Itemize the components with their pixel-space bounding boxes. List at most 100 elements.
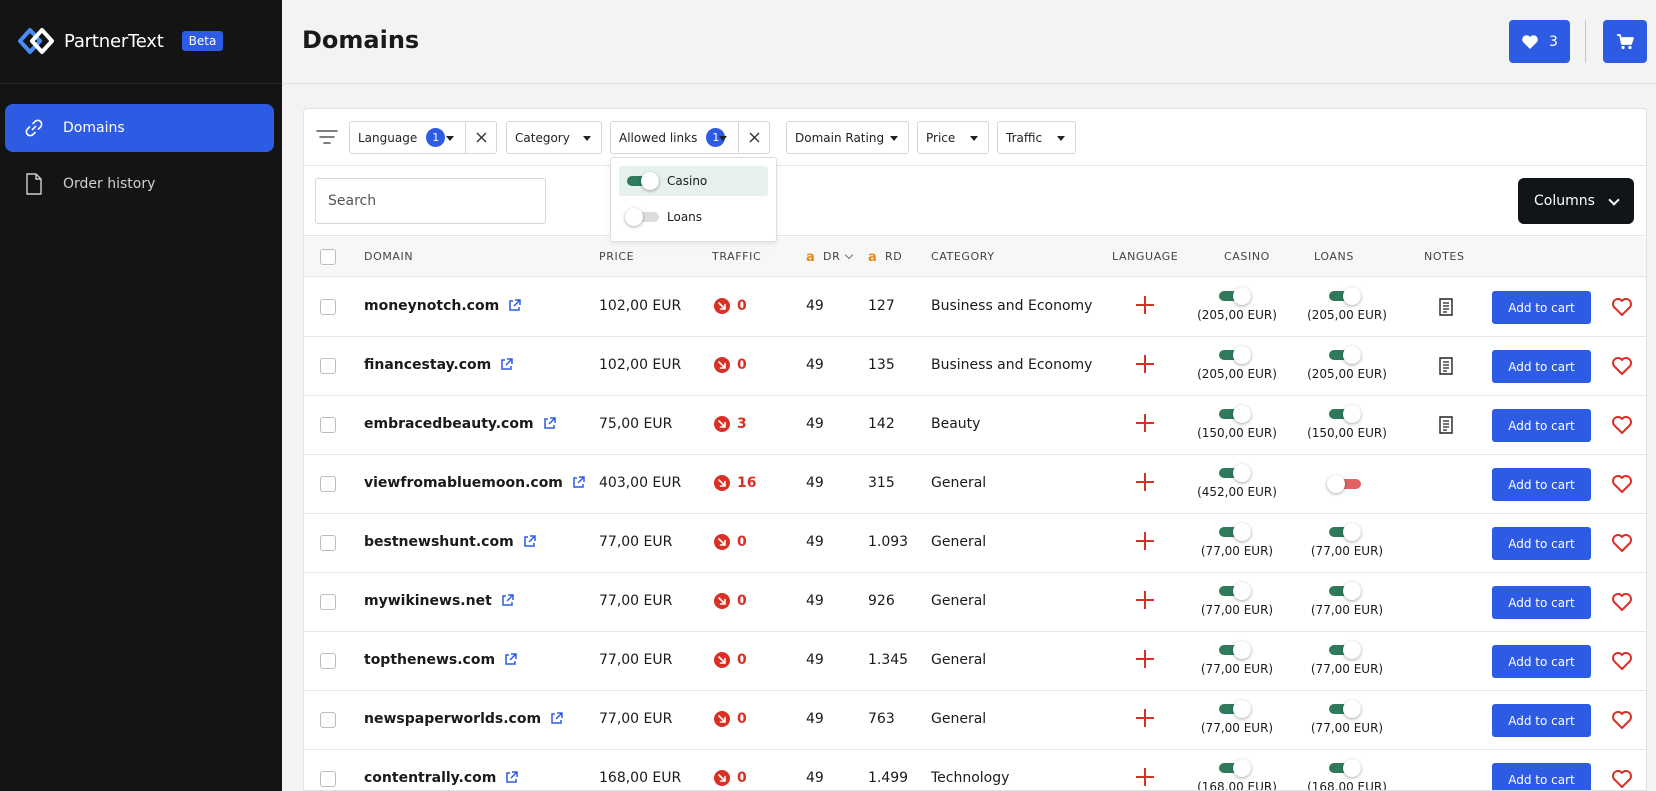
filter-domain-rating[interactable]: Domain Rating [786, 121, 909, 154]
row-checkbox[interactable] [320, 417, 336, 433]
column-header-price[interactable]: PRICE [599, 250, 634, 263]
filter-price[interactable]: Price [917, 121, 989, 154]
casino-toggle[interactable] [1219, 464, 1251, 482]
add-language-icon[interactable] [1136, 709, 1154, 727]
external-link-icon[interactable] [543, 417, 556, 434]
select-all-checkbox[interactable] [320, 249, 336, 265]
notes-icon[interactable] [1438, 357, 1454, 375]
sidebar-item-order-history[interactable]: Order history [5, 160, 274, 208]
add-language-icon[interactable] [1136, 650, 1154, 668]
loans-toggle[interactable] [1329, 759, 1361, 777]
domain-link[interactable]: newspaperworlds.com [364, 711, 563, 729]
row-checkbox[interactable] [320, 358, 336, 374]
favorite-heart-icon[interactable] [1611, 474, 1633, 494]
casino-toggle[interactable] [1219, 700, 1251, 718]
loans-toggle[interactable] [1329, 405, 1361, 423]
add-to-cart-button[interactable]: Add to cart [1492, 763, 1591, 790]
external-link-icon[interactable] [501, 594, 514, 611]
loans-toggle[interactable] [625, 208, 659, 226]
column-header-rd[interactable]: a RD [868, 250, 902, 264]
cart-button[interactable] [1603, 20, 1647, 63]
casino-toggle[interactable] [1219, 582, 1251, 600]
filter-allowed-links[interactable]: Allowed links 1 [610, 121, 770, 154]
add-language-icon[interactable] [1136, 414, 1154, 432]
add-language-icon[interactable] [1136, 296, 1154, 314]
row-checkbox[interactable] [320, 594, 336, 610]
add-language-icon[interactable] [1136, 591, 1154, 609]
filter-traffic[interactable]: Traffic [997, 121, 1076, 154]
column-header-casino[interactable]: CASINO [1224, 250, 1270, 263]
sidebar-item-domains[interactable]: Domains [5, 104, 274, 152]
filter-language[interactable]: Language 1 [349, 121, 497, 154]
add-to-cart-button[interactable]: Add to cart [1492, 409, 1591, 442]
column-header-notes[interactable]: NOTES [1424, 250, 1465, 263]
filter-category[interactable]: Category [506, 121, 602, 154]
notes-icon[interactable] [1438, 298, 1454, 316]
favorite-heart-icon[interactable] [1611, 415, 1633, 435]
search-input[interactable] [315, 178, 546, 224]
notes-icon[interactable] [1438, 416, 1454, 434]
domain-link[interactable]: financestay.com [364, 357, 514, 375]
clear-language-button[interactable] [465, 122, 496, 153]
domain-link[interactable]: contentrally.com [364, 770, 519, 788]
column-header-loans[interactable]: LOANS [1314, 250, 1354, 263]
casino-toggle[interactable] [627, 172, 659, 190]
external-link-icon[interactable] [550, 712, 563, 729]
external-link-icon[interactable] [572, 476, 585, 493]
casino-toggle[interactable] [1219, 346, 1251, 364]
domain-link[interactable]: moneynotch.com [364, 298, 521, 316]
dropdown-option-casino[interactable]: Casino [619, 166, 768, 196]
column-header-dr[interactable]: a DR [806, 250, 854, 264]
favorite-heart-icon[interactable] [1611, 592, 1633, 612]
favorites-button[interactable]: 3 [1509, 20, 1570, 63]
row-checkbox[interactable] [320, 299, 336, 315]
add-to-cart-button[interactable]: Add to cart [1492, 350, 1591, 383]
dropdown-option-loans[interactable]: Loans [619, 202, 768, 232]
column-header-domain[interactable]: DOMAIN [364, 250, 413, 263]
loans-toggle[interactable] [1329, 523, 1361, 541]
add-language-icon[interactable] [1136, 768, 1154, 786]
column-header-language[interactable]: LANGUAGE [1112, 250, 1178, 263]
add-language-icon[interactable] [1136, 532, 1154, 550]
add-language-icon[interactable] [1136, 473, 1154, 491]
casino-toggle[interactable] [1219, 405, 1251, 423]
favorite-heart-icon[interactable] [1611, 710, 1633, 730]
column-header-traffic[interactable]: TRAFFIC [712, 250, 761, 263]
columns-button[interactable]: Columns [1518, 178, 1634, 224]
row-checkbox[interactable] [320, 712, 336, 728]
favorite-heart-icon[interactable] [1611, 769, 1633, 789]
casino-toggle[interactable] [1219, 641, 1251, 659]
domain-link[interactable]: mywikinews.net [364, 593, 514, 611]
row-checkbox[interactable] [320, 535, 336, 551]
row-checkbox[interactable] [320, 653, 336, 669]
external-link-icon[interactable] [523, 535, 536, 552]
external-link-icon[interactable] [500, 358, 514, 375]
loans-toggle[interactable] [1329, 346, 1361, 364]
external-link-icon[interactable] [505, 771, 519, 788]
add-to-cart-button[interactable]: Add to cart [1492, 527, 1591, 560]
domain-link[interactable]: bestnewshunt.com [364, 534, 536, 552]
filter-icon[interactable] [316, 129, 338, 145]
external-link-icon[interactable] [504, 653, 517, 670]
favorite-heart-icon[interactable] [1611, 533, 1633, 553]
row-checkbox[interactable] [320, 771, 336, 787]
loans-toggle[interactable] [1329, 641, 1361, 659]
external-link-icon[interactable] [508, 299, 521, 316]
casino-toggle[interactable] [1219, 287, 1251, 305]
domain-link[interactable]: embracedbeauty.com [364, 416, 556, 434]
domain-link[interactable]: topthenews.com [364, 652, 517, 670]
loans-toggle[interactable] [1329, 287, 1361, 305]
favorite-heart-icon[interactable] [1611, 297, 1633, 317]
add-to-cart-button[interactable]: Add to cart [1492, 291, 1591, 324]
loans-toggle[interactable] [1329, 700, 1361, 718]
add-to-cart-button[interactable]: Add to cart [1492, 586, 1591, 619]
favorite-heart-icon[interactable] [1611, 356, 1633, 376]
favorite-heart-icon[interactable] [1611, 651, 1633, 671]
column-header-category[interactable]: CATEGORY [931, 250, 995, 263]
clear-allowed-links-button[interactable] [738, 122, 769, 153]
add-to-cart-button[interactable]: Add to cart [1492, 468, 1591, 501]
add-language-icon[interactable] [1136, 355, 1154, 373]
add-to-cart-button[interactable]: Add to cart [1492, 645, 1591, 678]
row-checkbox[interactable] [320, 476, 336, 492]
casino-toggle[interactable] [1219, 759, 1251, 777]
